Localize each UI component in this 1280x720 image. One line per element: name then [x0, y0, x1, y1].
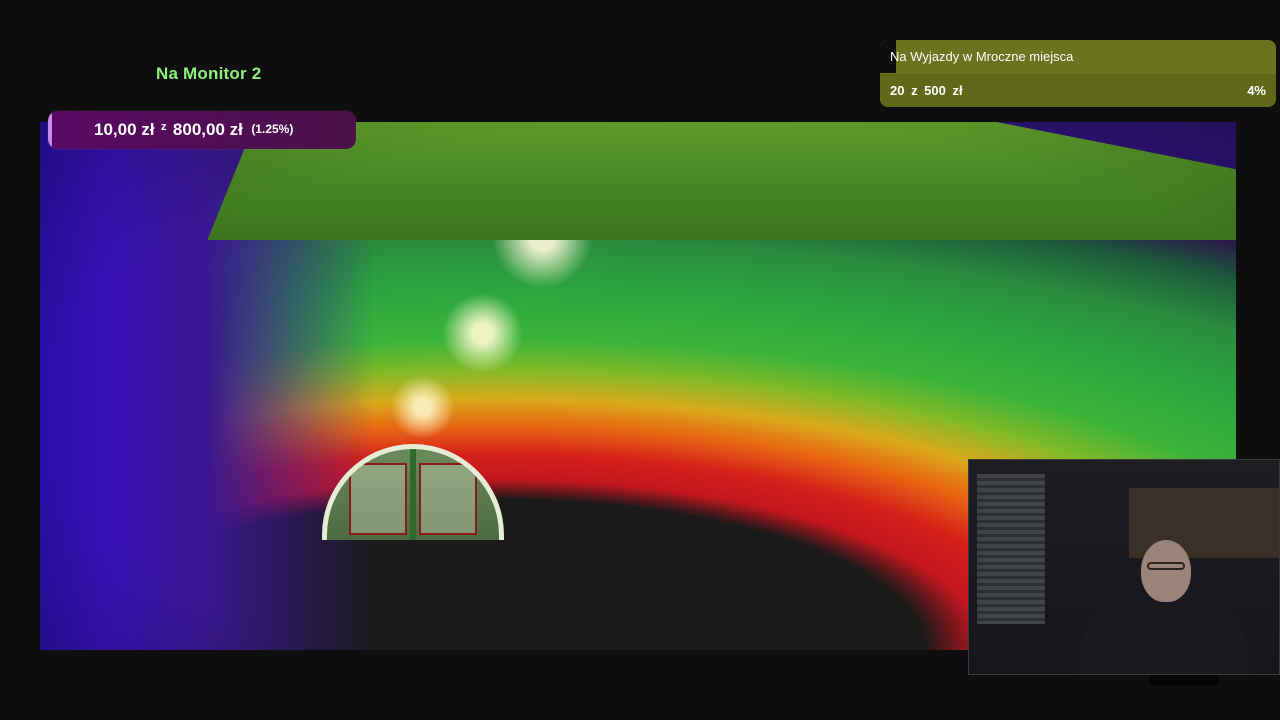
goal-widget: Na Wyjazdy w Mroczne miejsca 20 z 500 zł…: [880, 40, 1276, 107]
donation-text: 10,00 zł z 800,00 zł (1.25%): [94, 120, 293, 140]
goal-header: Na Wyjazdy w Mroczne miejsca: [880, 40, 1276, 73]
window-blind: [977, 474, 1045, 624]
donation-progress-bar: 10,00 zł z 800,00 zł (1.25%): [48, 111, 356, 149]
streamer: [1079, 530, 1249, 674]
donation-current: 10,00 zł: [94, 120, 155, 139]
webcam-overlay: [968, 459, 1280, 675]
goal-amount: 20 z 500 zł: [890, 83, 963, 98]
donation-progress-fill: [48, 111, 52, 149]
goal-name: Na Wyjazdy w Mroczne miejsca: [890, 49, 1074, 64]
webcam-shadow: [1150, 675, 1218, 685]
streamer-head: [1141, 540, 1191, 602]
goal-percent: 4%: [1247, 83, 1266, 98]
goal-footer: 20 z 500 zł 4%: [880, 74, 1276, 107]
glasses-icon: [1147, 562, 1185, 570]
donation-target: 800,00 zł: [172, 120, 243, 139]
monitor-title: Na Monitor 2: [156, 64, 262, 83]
donation-separator: z: [160, 121, 167, 133]
donation-percent: (1.25%): [251, 122, 294, 136]
streamer-body: [1079, 600, 1249, 674]
